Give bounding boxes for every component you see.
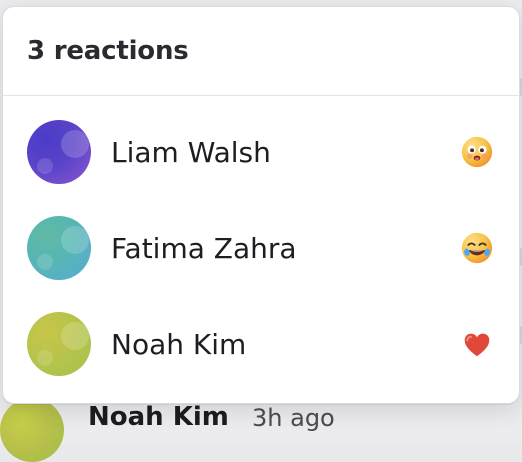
popover-title: 3 reactions xyxy=(27,36,189,66)
reactions-list: Liam Walsh xyxy=(3,96,519,392)
avatar xyxy=(0,398,64,462)
tears-of-joy-icon xyxy=(459,230,495,266)
comment-timestamp: 3h ago xyxy=(252,404,335,432)
avatar xyxy=(27,216,91,280)
reaction-user-name: Liam Walsh xyxy=(111,136,271,169)
avatar xyxy=(27,120,91,184)
reaction-row-liam-walsh[interactable]: Liam Walsh xyxy=(3,104,519,200)
red-heart-icon xyxy=(459,326,495,362)
flushed-face-icon xyxy=(459,134,495,170)
reaction-row-noah-kim[interactable]: Noah Kim xyxy=(3,296,519,392)
reaction-user-name: Noah Kim xyxy=(111,328,246,361)
comment-author: Noah Kim xyxy=(88,402,229,432)
reactions-popover: 3 reactions Liam Walsh xyxy=(2,6,520,404)
reaction-user-name: Fatima Zahra xyxy=(111,232,297,265)
avatar xyxy=(27,312,91,376)
reaction-row-fatima-zahra[interactable]: Fatima Zahra xyxy=(3,200,519,296)
popover-header: 3 reactions xyxy=(3,7,519,96)
